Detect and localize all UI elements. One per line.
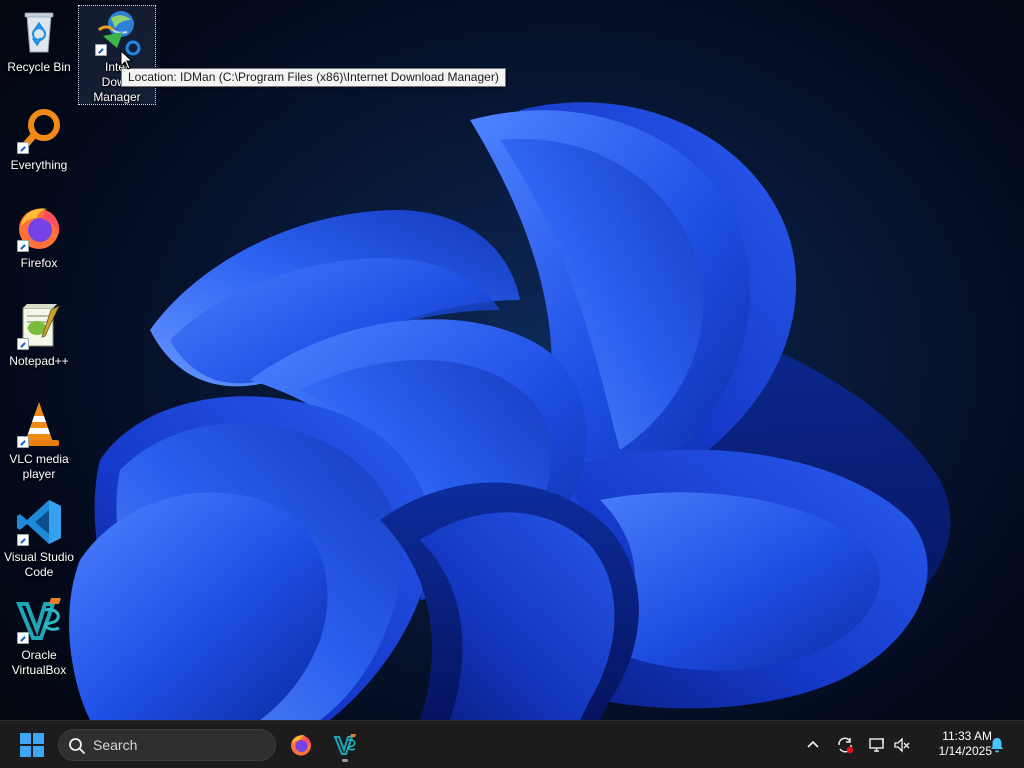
- search-icon: [69, 738, 85, 754]
- tray-volume-button[interactable]: [890, 733, 914, 757]
- everything-icon: [15, 106, 63, 154]
- firefox-icon: [15, 204, 63, 252]
- wallpaper-bloom: [69, 102, 951, 720]
- mouse-pointer-icon: [120, 50, 134, 70]
- network-icon: [869, 738, 884, 752]
- notification-bell-icon: [991, 738, 1003, 753]
- shortcut-arrow-icon: [17, 240, 29, 252]
- tray-network-button[interactable]: [865, 733, 889, 757]
- clock-date: 1/14/2025: [938, 744, 992, 758]
- desktop-icon-label: Visual Studio Code: [4, 550, 74, 579]
- taskbar: 11:33 AM 1/14/2025: [0, 720, 1024, 768]
- shortcut-arrow-icon: [17, 142, 29, 154]
- shortcut-arrow-icon: [17, 632, 29, 644]
- desktop-icon-internet-download-manager[interactable]: Inter Down Manager: [78, 5, 156, 105]
- desktop-icon-recycle-bin[interactable]: Recycle Bin: [1, 8, 77, 75]
- desktop-icon-label: Notepad++: [9, 354, 69, 368]
- virtualbox-icon: [333, 734, 356, 755]
- desktop-icon-oracle-virtualbox[interactable]: Oracle VirtualBox: [1, 596, 77, 678]
- start-button[interactable]: [14, 729, 50, 761]
- vscode-icon: [15, 498, 63, 546]
- taskbar-app-virtualbox[interactable]: [327, 727, 363, 763]
- desktop-icon-notepad-plus-plus[interactable]: Notepad++: [1, 302, 77, 369]
- desktop-icon-visual-studio-code[interactable]: Visual Studio Code: [1, 498, 77, 580]
- virtualbox-icon: [15, 596, 63, 644]
- desktop-icon-label: Recycle Bin: [7, 60, 71, 74]
- notepad-plus-plus-icon: [15, 302, 63, 350]
- shortcut-arrow-icon: [17, 436, 29, 448]
- notification-button[interactable]: [985, 733, 1009, 757]
- taskbar-app-firefox[interactable]: [283, 727, 319, 763]
- idm-icon: [93, 8, 141, 56]
- desktop-icon-label: VLC media player: [9, 452, 69, 481]
- desktop-icon-label: Firefox: [20, 256, 58, 270]
- taskbar-clock[interactable]: 11:33 AM 1/14/2025: [918, 729, 992, 759]
- shortcut-arrow-icon: [17, 338, 29, 350]
- desktop-icon-vlc-media-player[interactable]: VLC media player: [1, 400, 77, 482]
- desktop-icon-label-line: Manager: [93, 90, 141, 104]
- desktop-icon-everything[interactable]: Everything: [1, 106, 77, 173]
- taskbar-search[interactable]: [58, 729, 276, 761]
- chevron-up-icon: [807, 740, 819, 748]
- search-input[interactable]: [93, 735, 263, 755]
- shortcut-arrow-icon: [17, 534, 29, 546]
- shortcut-arrow-icon: [95, 44, 107, 56]
- desktop-icon-label: Oracle VirtualBox: [11, 648, 67, 677]
- windows-logo-icon: [20, 733, 44, 757]
- desktop-icon-firefox[interactable]: Firefox: [1, 204, 77, 271]
- clock-time: 11:33 AM: [942, 729, 992, 743]
- vlc-cone-icon: [15, 400, 63, 448]
- firefox-icon: [291, 735, 312, 756]
- recycle-bin-icon: [15, 8, 63, 56]
- running-indicator: [342, 759, 348, 762]
- volume-muted-icon: [894, 737, 910, 753]
- desktop-icon-label: Everything: [10, 158, 68, 172]
- icon-location-tooltip: Location: IDMan (C:\Program Files (x86)\…: [121, 68, 506, 87]
- sync-icon: [838, 737, 854, 754]
- desktop[interactable]: Recycle Bin Inter Down Manager Everythin…: [0, 0, 1024, 720]
- tray-sync-button[interactable]: [833, 733, 857, 757]
- show-hidden-icons-button[interactable]: [801, 733, 825, 757]
